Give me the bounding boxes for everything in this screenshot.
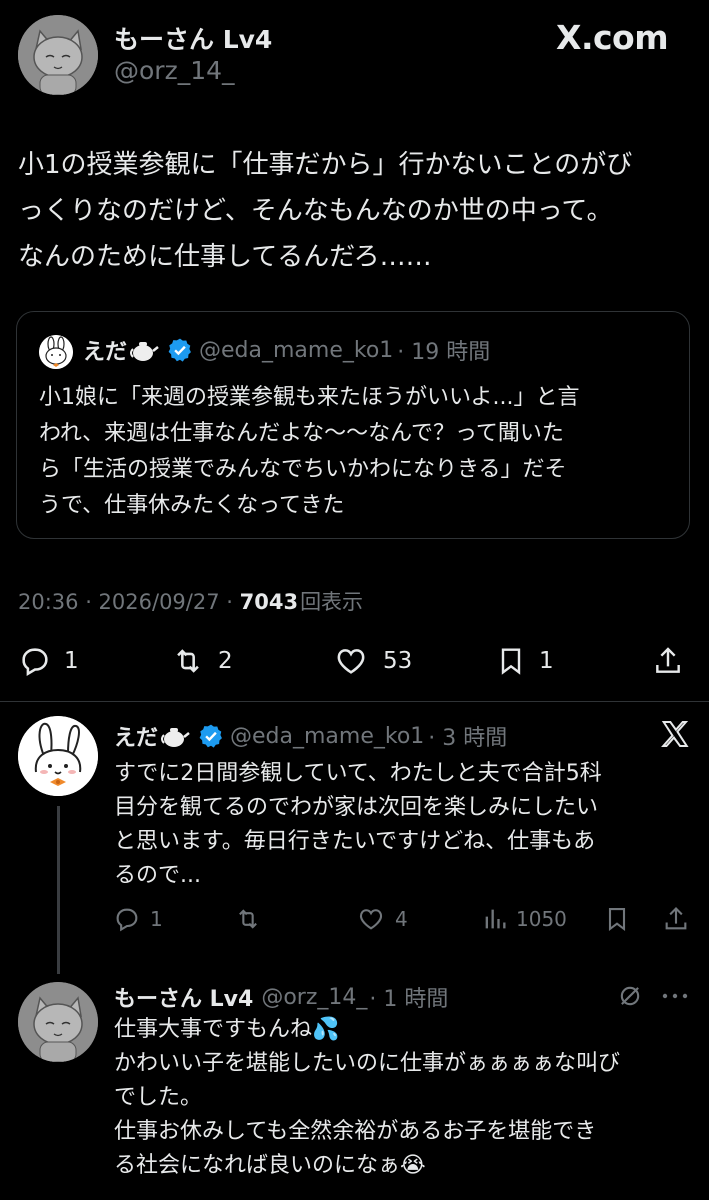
reply2-time: · 1 時間	[369, 987, 449, 1012]
reply2-display-name[interactable]: もーさん Lv4	[114, 981, 253, 1013]
retweet-icon	[177, 649, 199, 673]
reply1-bookmark-button[interactable]	[603, 905, 631, 933]
bookmark-count: 1	[539, 648, 554, 674]
reply1-share-button[interactable]	[662, 905, 690, 933]
main-display-name[interactable]: もーさん Lv4	[114, 20, 272, 56]
retweet-icon	[239, 909, 257, 929]
main-body-line: なんのために仕事してるんだろ……	[18, 242, 432, 272]
reply1-like-button[interactable]: 4	[355, 905, 408, 933]
reply2-header: もーさん Lv4 @orz_14_ · 1 時間	[114, 981, 448, 1013]
quoted-header: えだ @eda_mame_ko1 · 19 時間	[83, 334, 490, 366]
avatar-mosan[interactable]	[18, 15, 98, 95]
quoted-body-line: 小1娘に「来週の授業参観も来たほうがいいよ...」と言	[39, 385, 580, 410]
quoted-time: · 19 時間	[397, 340, 491, 365]
like-count: 53	[383, 648, 413, 674]
reply2-body-line: かわいい子を堪能したいのに仕事がぁぁぁぁな叫び	[114, 1051, 621, 1076]
main-handle[interactable]: @orz_14_	[114, 56, 235, 85]
share-button[interactable]	[652, 644, 684, 678]
heart-icon	[337, 649, 365, 674]
x-logo-icon	[659, 718, 691, 750]
quoted-body-line: ら「生活の授業でみんなでちいかわになりきる」だそ	[39, 457, 567, 482]
reply1-display-name[interactable]: えだ	[114, 720, 158, 752]
views-count: 7043	[239, 590, 299, 614]
cat-avatar-icon	[18, 982, 98, 1062]
reply-count: 1	[64, 648, 79, 674]
more-options-icon[interactable]	[660, 990, 690, 1002]
quoted-body-line: われ、来週は仕事なんだよな〜〜なんで？って聞いた	[39, 421, 564, 446]
main-timestamp[interactable]: 20:36 · 2026/09/27 ·	[18, 590, 240, 614]
heart-icon	[359, 909, 383, 930]
reply1-body-line: るので...	[114, 863, 201, 888]
reply1-avatar[interactable]	[18, 716, 98, 796]
main-body-line: っくりなのだけど、そんなもんなのか世の中って。	[18, 196, 613, 226]
quoted-body-line: うで、仕事休みたくなってきた	[39, 493, 345, 518]
main-body-line: 小1の授業参観に「仕事だから」行かないことのがび	[18, 150, 633, 180]
reply1-body-line: 目分を観てるのでわが家は次回を楽しみにしたい	[114, 795, 599, 820]
reply2-body-line: る社会になれば良いのになぁ😭	[114, 1153, 426, 1178]
reply1-body: すでに2日間参観していて、わたしと夫で合計5科 目分を観てるのでわが家は次回を楽…	[114, 757, 602, 893]
bunny-avatar-icon	[39, 335, 73, 369]
main-tweet-body: 小1の授業参観に「仕事だから」行かないことのがび っくりなのだけど、そんなもんな…	[18, 142, 632, 280]
views-chart-icon	[485, 909, 506, 929]
reply2-handle[interactable]: @orz_14_	[261, 985, 367, 1010]
reply-icon	[116, 908, 138, 932]
reply1-time: · 3 時間	[428, 726, 508, 751]
like-button[interactable]: 53	[333, 644, 412, 678]
bookmark-icon	[501, 648, 521, 675]
quoted-avatar	[39, 335, 73, 369]
reply1-retweet-button[interactable]	[232, 905, 264, 933]
reply1-header: えだ @eda_mame_ko1 · 3 時間	[114, 720, 507, 752]
teapot-emoji-icon	[130, 342, 159, 361]
reply-button[interactable]: 1	[18, 644, 79, 678]
thread-line	[57, 806, 60, 974]
bookmark-button[interactable]: 1	[495, 644, 554, 678]
teapot-emoji-icon	[161, 728, 190, 747]
reply1-body-line: と思います。毎日行きたいですけどね、仕事もあ	[114, 829, 596, 854]
quoted-tweet-card[interactable]: えだ @eda_mame_ko1 · 19 時間 小1娘に「来週の授業参観も来た…	[16, 311, 690, 539]
verified-badge-icon	[168, 338, 191, 362]
reply2-body-line: 仕事大事ですもんね💦	[114, 1017, 340, 1042]
reply1-like-count: 4	[395, 907, 408, 931]
divider	[0, 701, 709, 702]
reply1-reply-button[interactable]: 1	[112, 905, 163, 933]
bunny-avatar-icon	[18, 716, 98, 796]
quoted-body: 小1娘に「来週の授業参観も来たほうがいいよ...」と言 われ、来週は仕事なんだよ…	[39, 380, 580, 524]
reply1-handle[interactable]: @eda_mame_ko1	[230, 724, 424, 749]
reply2-body-line: 仕事お休みしても全然余裕があるお子を堪能でき	[114, 1119, 597, 1144]
reply1-body-line: すでに2日間参観していて、わたしと夫で合計5科	[114, 761, 602, 786]
grok-icon[interactable]	[616, 982, 644, 1010]
share-icon	[665, 907, 687, 930]
reply-icon	[22, 648, 48, 677]
reply2-avatar[interactable]	[18, 982, 98, 1062]
quoted-display-name[interactable]: えだ	[83, 334, 127, 366]
x-com-logo-text: X.com	[556, 18, 669, 57]
bookmark-icon	[608, 908, 626, 932]
x-com-logo: X.com	[556, 18, 669, 57]
reply1-reply-count: 1	[150, 907, 163, 931]
views-label: 回表示	[300, 590, 364, 614]
cat-avatar-icon	[18, 15, 98, 95]
reply2-body-line: でした。	[114, 1085, 203, 1110]
quoted-handle[interactable]: @eda_mame_ko1	[199, 338, 393, 363]
retweet-count: 2	[218, 648, 233, 674]
reply1-views-button[interactable]: 1050	[480, 905, 567, 933]
main-meta: 20:36 · 2026/09/27 · 7043回表示	[18, 586, 363, 616]
share-icon	[656, 647, 680, 673]
verified-badge-icon	[199, 724, 222, 748]
reply2-body: 仕事大事ですもんね💦 かわいい子を堪能したいのに仕事がぁぁぁぁな叫び でした。 …	[114, 1013, 620, 1183]
reply1-views-count: 1050	[516, 907, 567, 931]
retweet-button[interactable]: 2	[170, 644, 233, 678]
